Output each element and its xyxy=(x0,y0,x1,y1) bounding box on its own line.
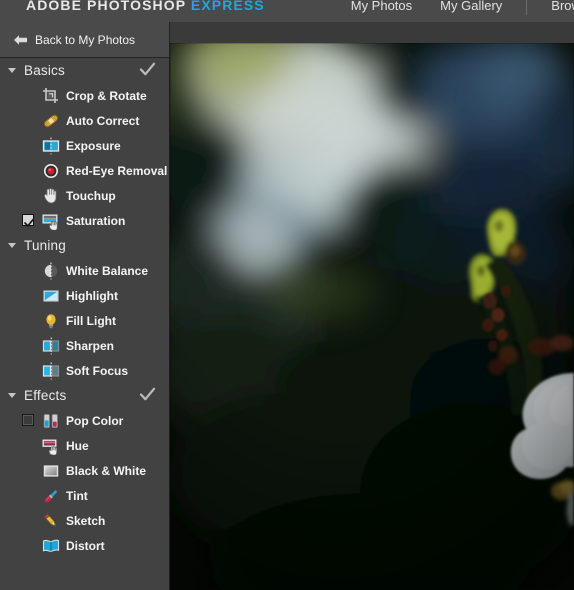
app-brand: ADOBE PHOTOSHOP EXPRESS xyxy=(26,0,265,13)
black-white-icon xyxy=(42,462,60,480)
soft-focus-icon xyxy=(42,362,60,380)
sidebar-section-basics: Basics Crop & Rotate Auto Correct Exposure R… xyxy=(0,58,169,233)
nav-my-photos[interactable]: My Photos xyxy=(337,0,426,13)
tool-item-label: Pop Color xyxy=(66,413,124,428)
tool-item-label: Highlight xyxy=(66,288,118,303)
tool-item-sketch[interactable]: Sketch xyxy=(0,508,169,533)
pop-color-icon xyxy=(42,412,60,430)
top-navigation: My Photos My Gallery Browse xyxy=(337,0,574,15)
nav-my-gallery[interactable]: My Gallery xyxy=(426,0,516,13)
tool-item-label: Fill Light xyxy=(66,313,116,328)
section-title: Effects xyxy=(24,388,67,403)
edit-tools-sidebar[interactable]: Basics Crop & Rotate Auto Correct Exposure R… xyxy=(0,58,170,590)
auto-correct-icon xyxy=(42,112,60,130)
tool-item-white-balance[interactable]: White Balance xyxy=(0,258,169,283)
section-header-basics[interactable]: Basics xyxy=(0,58,169,83)
tool-enable-checkbox[interactable] xyxy=(22,414,34,426)
tool-item-sharpen[interactable]: Sharpen xyxy=(0,333,169,358)
tool-item-hue[interactable]: Hue xyxy=(0,433,169,458)
saturation-icon xyxy=(42,212,60,231)
back-button-label: Back to My Photos xyxy=(35,32,136,47)
brand-accent: EXPRESS xyxy=(190,0,265,13)
tool-item-touchup[interactable]: Touchup xyxy=(0,183,169,208)
chevron-down-icon[interactable] xyxy=(8,393,16,398)
tool-item-label: Hue xyxy=(66,438,89,453)
checkbox-tick-icon xyxy=(24,215,34,227)
tool-item-label: Tint xyxy=(66,488,88,503)
tool-item-label: Black & White xyxy=(66,463,147,478)
touchup-icon xyxy=(42,187,60,205)
tool-item-label: Sharpen xyxy=(66,338,115,353)
crop-rotate-icon xyxy=(42,87,60,105)
exposure-icon xyxy=(42,137,60,155)
tool-item-pop-color[interactable]: Pop Color xyxy=(0,408,169,433)
tool-item-fill-light[interactable]: Fill Light xyxy=(0,308,169,333)
back-to-my-photos-button[interactable]: Back to My Photos xyxy=(0,22,170,58)
highlight-icon xyxy=(42,287,60,305)
chevron-down-icon[interactable] xyxy=(8,243,16,248)
red-eye-icon xyxy=(42,162,60,180)
hue-icon xyxy=(42,437,60,456)
sharpen-icon xyxy=(42,337,60,355)
section-header-effects[interactable]: Effects xyxy=(0,383,169,408)
nav-browse[interactable]: Browse xyxy=(537,0,574,13)
white-balance-icon xyxy=(42,262,60,280)
tool-item-black-white[interactable]: Black & White xyxy=(0,458,169,483)
tool-item-auto-correct[interactable]: Auto Correct xyxy=(0,108,169,133)
photo-canvas[interactable] xyxy=(170,43,574,590)
tool-item-saturation[interactable]: Saturation xyxy=(0,208,169,233)
app-top-bar: ADOBE PHOTOSHOP EXPRESS My Photos My Gal… xyxy=(0,0,574,23)
tool-item-label: Touchup xyxy=(66,188,116,203)
section-title: Basics xyxy=(24,63,65,78)
sidebar-section-effects: Effects Pop Color Hue Black & White Tint Sket… xyxy=(0,383,169,558)
tool-item-label: Auto Correct xyxy=(66,113,140,128)
tool-item-label: Distort xyxy=(66,538,105,553)
tool-item-label: Exposure xyxy=(66,138,121,153)
nav-divider xyxy=(526,0,528,15)
section-header-tuning[interactable]: Tuning xyxy=(0,233,169,258)
tool-item-label: Red-Eye Removal xyxy=(66,163,168,178)
section-applied-check-icon xyxy=(139,386,156,408)
photoshop-express-editor: ADOBE PHOTOSHOP EXPRESS My Photos My Gal… xyxy=(0,0,574,590)
tool-item-label: Sketch xyxy=(66,513,106,528)
tool-item-distort[interactable]: Distort xyxy=(0,533,169,558)
tool-item-label: Crop & Rotate xyxy=(66,88,147,103)
tool-item-crop-rotate[interactable]: Crop & Rotate xyxy=(0,83,169,108)
tool-item-label: White Balance xyxy=(66,263,149,278)
canvas-top-strip xyxy=(170,22,574,43)
section-applied-check-icon xyxy=(139,61,156,83)
photo-image xyxy=(170,43,574,590)
tool-item-tint[interactable]: Tint xyxy=(0,483,169,508)
tool-item-soft-focus[interactable]: Soft Focus xyxy=(0,358,169,383)
sketch-icon xyxy=(42,512,60,530)
fill-light-icon xyxy=(42,312,60,330)
tool-enable-checkbox[interactable] xyxy=(22,214,34,227)
tool-item-red-eye-removal[interactable]: Red-Eye Removal xyxy=(0,158,169,183)
brand-prefix: ADOBE PHOTOSHOP xyxy=(26,0,191,13)
distort-icon xyxy=(42,537,60,555)
sidebar-section-tuning: Tuning White Balance Highlight Fill Light Sh… xyxy=(0,233,169,383)
chevron-down-icon[interactable] xyxy=(8,68,16,73)
tool-item-exposure[interactable]: Exposure xyxy=(0,133,169,158)
tool-item-highlight[interactable]: Highlight xyxy=(0,283,169,308)
tint-icon xyxy=(42,487,60,505)
tool-item-label: Soft Focus xyxy=(66,363,128,378)
tool-item-label: Saturation xyxy=(66,213,126,228)
back-arrow-icon xyxy=(14,34,28,46)
section-title: Tuning xyxy=(24,238,66,253)
